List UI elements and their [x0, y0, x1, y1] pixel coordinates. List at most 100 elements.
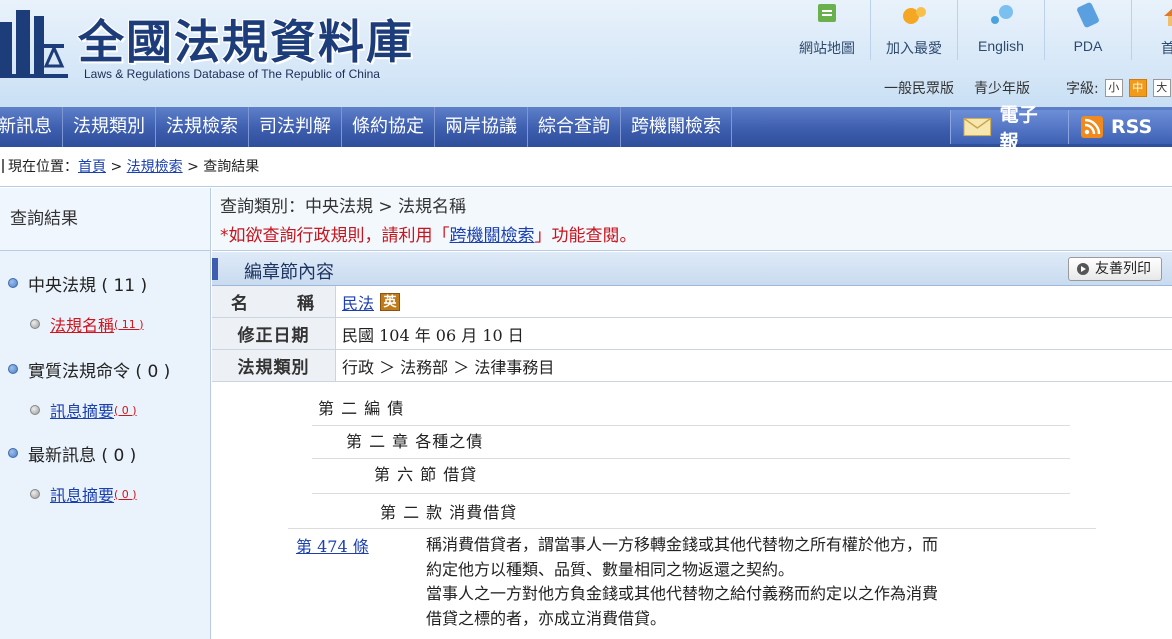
type-value: 行政 ＞ 法務部 ＞ 法律事務目: [342, 357, 555, 377]
nav-treaties[interactable]: 條約協定: [342, 107, 435, 147]
favorite-link[interactable]: 加入最愛: [870, 0, 957, 60]
english-label: English: [978, 38, 1024, 54]
nav-cross-agency[interactable]: 跨機關檢索: [621, 107, 732, 147]
results-sidebar: 查詢結果 中央法規 ( 11 ) 法規名稱( 11 ) 實質法規命令 ( 0 )…: [0, 188, 211, 639]
subsection-heading: 第 二 款 消費借貸: [380, 503, 518, 522]
epaper-label: 電子報: [999, 104, 1038, 153]
article-line: 借貸之標的者，亦成立消費借貸。: [426, 608, 667, 628]
section-title: 編章節內容: [244, 262, 334, 283]
font-size-small-button[interactable]: 小: [1104, 79, 1123, 97]
nav-law-search[interactable]: 法規檢索: [156, 107, 249, 147]
news-summary-link[interactable]: 訊息摘要: [50, 482, 114, 506]
breadcrumb-separator: >: [182, 159, 204, 175]
query-info: 查詢類別：中央法規 > 法規名稱 *如欲查詢行政規則，請利用「跨機關檢索」功能查…: [212, 188, 1172, 251]
sitemap-label: 網站地圖: [799, 40, 855, 56]
category-label: 實質法規命令 ( 0 ): [28, 361, 171, 382]
font-size-switcher: 字級: 小 中 大: [1066, 78, 1171, 98]
section-header: 編章節內容 友善列印: [212, 252, 1172, 286]
site-logo-title[interactable]: 全國法規資料庫: [78, 6, 414, 72]
main-nav: 新訊息 法規類別 法規檢索 司法判解 條約協定 兩岸協議 綜合查詢 跨機關檢索 …: [0, 104, 1172, 153]
nav-news[interactable]: 新訊息: [0, 107, 63, 147]
law-info-table: 名 稱 民法英 修正日期 民國 104 年 06 月 10 日 法規類別 行政 …: [212, 286, 1172, 382]
youth-version-link[interactable]: 青少年版: [974, 78, 1030, 98]
law-name-link[interactable]: 法規名稱: [50, 312, 114, 336]
play-circle-icon: [1077, 263, 1089, 275]
epaper-button[interactable]: 電子報: [950, 104, 1068, 153]
english-version-badge[interactable]: 英: [380, 292, 401, 311]
breadcrumb-home-link[interactable]: 首頁: [78, 159, 106, 175]
table-row: 名 稱 民法英: [212, 286, 1172, 318]
cross-agency-search-link[interactable]: 跨機關檢索: [450, 226, 535, 246]
english-icon: [991, 5, 1013, 24]
notice-text: 」功能查閱。: [534, 226, 637, 246]
sitemap-icon: [818, 4, 836, 22]
bullet-icon: [8, 448, 18, 458]
bullet-icon: [8, 278, 18, 288]
breadcrumb-marker: [2, 159, 4, 173]
bullet-icon: [30, 319, 40, 329]
sidebar-item-news-summary[interactable]: 訊息摘要( 0 ): [0, 473, 210, 515]
bullet-icon: [30, 405, 40, 415]
breadcrumb: 現在位置：首頁 > 法規檢索 > 查詢結果: [0, 147, 1172, 187]
font-size-label: 字級:: [1066, 81, 1099, 97]
sitemap-link[interactable]: 網站地圖: [784, 0, 870, 60]
notice-text: *如欲查詢行政規則，請利用「: [220, 226, 450, 246]
rss-label: RSS: [1111, 116, 1153, 138]
table-row: 法規類別 行政 ＞ 法務部 ＞ 法律事務目: [212, 350, 1172, 382]
sidebar-category-central-laws[interactable]: 中央法規 ( 11 ): [0, 263, 210, 303]
article-line: 當事人之一方對他方負金錢或其他代替物之給付義務而約定以之作為消費: [426, 584, 939, 603]
breadcrumb-search-link[interactable]: 法規檢索: [127, 159, 183, 175]
section-marker: [212, 258, 218, 280]
article-text: 稱消費借貸者，謂當事人一方移轉金錢或其他代替物之所有權於他方，而 約定他方以種類…: [426, 533, 1046, 631]
pda-icon: [1077, 2, 1099, 28]
font-size-medium-button[interactable]: 中: [1128, 79, 1147, 97]
date-value: 民國 104 年 06 月 10 日: [342, 325, 524, 345]
version-links: 一般民眾版 青少年版: [884, 78, 1050, 98]
general-version-link[interactable]: 一般民眾版: [884, 78, 954, 98]
sidebar-title: 查詢結果: [0, 188, 210, 251]
nav-judicial[interactable]: 司法判解: [249, 107, 342, 147]
rss-icon: [1081, 116, 1103, 138]
main-content: 查詢類別：中央法規 > 法規名稱 *如欲查詢行政規則，請利用「跨機關檢索」功能查…: [212, 188, 1172, 639]
site-header: 全國法規資料庫 Laws & Regulations Database of T…: [0, 0, 1172, 107]
bullet-icon: [8, 364, 18, 374]
home-label: 首頁: [1161, 40, 1172, 56]
print-button[interactable]: 友善列印: [1068, 257, 1162, 281]
divider: [312, 458, 1070, 459]
summary-link[interactable]: 訊息摘要: [50, 398, 114, 422]
english-link[interactable]: English: [957, 0, 1044, 60]
pda-label: PDA: [1073, 38, 1103, 54]
query-notice: *如欲查詢行政規則，請利用「跨機關檢索」功能查閱。: [220, 221, 637, 246]
chapter-heading: 第 二 章 各種之債: [346, 432, 484, 451]
favorite-label: 加入最愛: [886, 40, 942, 56]
sidebar-item-summary[interactable]: 訊息摘要( 0 ): [0, 389, 210, 431]
home-link[interactable]: 首頁: [1131, 0, 1172, 60]
law-name-value-link[interactable]: 民法: [342, 290, 374, 314]
sidebar-category-latest-news[interactable]: 最新訊息 ( 0 ): [0, 433, 210, 473]
home-icon: [1164, 8, 1172, 26]
envelope-icon: [963, 117, 992, 137]
summary-count: ( 0 ): [114, 403, 137, 417]
pda-link[interactable]: PDA: [1044, 0, 1131, 60]
nav-integrated-query[interactable]: 綜合查詢: [528, 107, 621, 147]
breadcrumb-prefix: 現在位置：: [8, 159, 78, 175]
rss-button[interactable]: RSS: [1068, 110, 1172, 144]
sidebar-item-law-name[interactable]: 法規名稱( 11 ): [0, 303, 210, 345]
type-label: 法規類別: [212, 350, 336, 381]
category-label: 最新訊息 ( 0 ): [28, 445, 137, 466]
divider: [312, 425, 1070, 426]
table-row: 修正日期 民國 104 年 06 月 10 日: [212, 318, 1172, 350]
font-size-large-button[interactable]: 大: [1152, 79, 1171, 97]
sidebar-category-substantive-orders[interactable]: 實質法規命令 ( 0 ): [0, 349, 210, 389]
nav-categories[interactable]: 法規類別: [63, 107, 156, 147]
scales-logo-icon: [0, 10, 68, 78]
breadcrumb-current: 查詢結果: [203, 159, 260, 175]
favorite-icon: [903, 7, 926, 24]
news-summary-count: ( 0 ): [114, 487, 137, 501]
date-label: 修正日期: [212, 318, 336, 349]
article-number-link[interactable]: 第 474 條: [296, 533, 369, 557]
nav-cross-strait[interactable]: 兩岸協議: [435, 107, 528, 147]
article-line: 約定他方以種類、品質、數量相同之物返還之契約。: [426, 559, 795, 579]
name-label: 名 稱: [212, 286, 336, 317]
section-heading: 第 六 節 借貸: [374, 465, 478, 484]
